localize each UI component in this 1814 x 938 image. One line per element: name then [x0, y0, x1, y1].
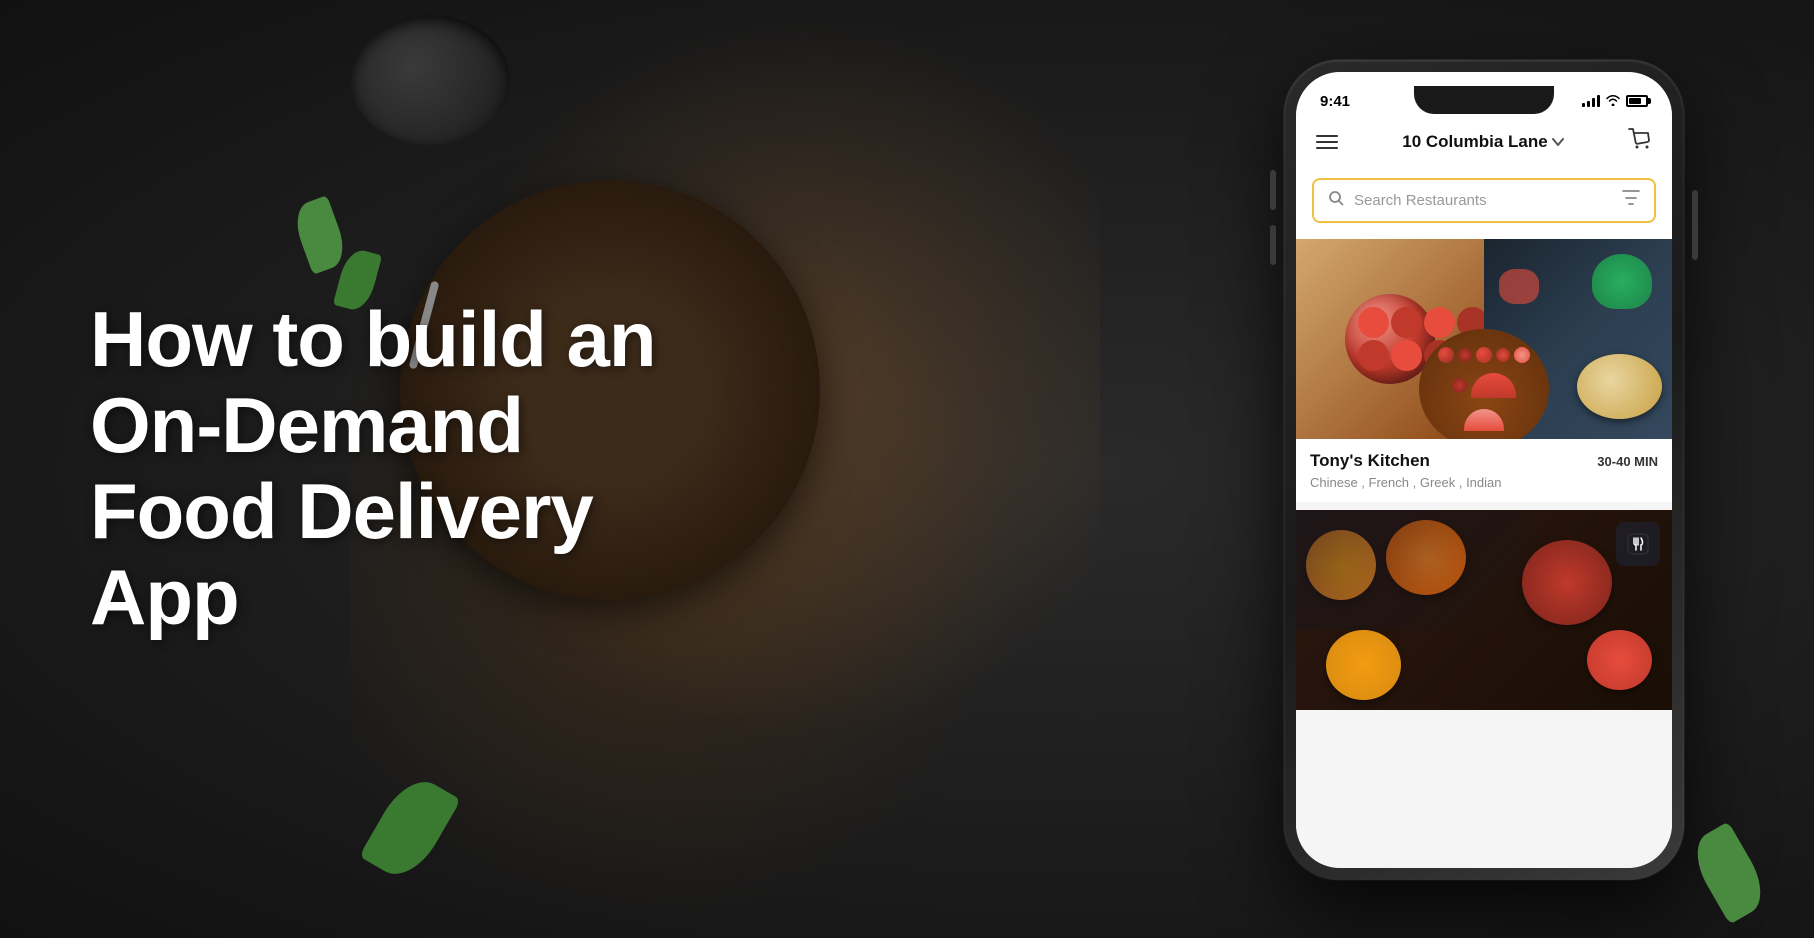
restaurant-image-2: [1296, 510, 1672, 710]
battery-icon: [1626, 95, 1648, 107]
restaurant-name-row: Tony's Kitchen 30-40 MIN: [1310, 451, 1658, 471]
search-icon: [1328, 190, 1344, 211]
restaurant-info-tonys: Tony's Kitchen 30-40 MIN Chinese , Frenc…: [1296, 439, 1672, 502]
phone-notch: [1414, 86, 1554, 114]
restaurant-badge-icon: [1616, 522, 1660, 566]
restaurants-list: Tony's Kitchen 30-40 MIN Chinese , Frenc…: [1296, 239, 1672, 868]
restaurant-card-2[interactable]: [1296, 510, 1672, 710]
search-section: Search Restaurants: [1296, 170, 1672, 239]
status-time: 9:41: [1320, 93, 1350, 110]
hamburger-menu-button[interactable]: [1316, 135, 1338, 149]
location-text: 10 Columbia Lane: [1402, 132, 1547, 152]
volume-down-button: [1270, 225, 1276, 265]
delivery-time: 30-40 MIN: [1597, 454, 1658, 469]
status-icons: [1582, 94, 1648, 109]
cart-button[interactable]: [1628, 128, 1652, 156]
headline-line4: App: [90, 553, 239, 641]
restaurant-name: Tony's Kitchen: [1310, 451, 1430, 471]
phone-mockup: 9:41: [1284, 60, 1684, 880]
location-display[interactable]: 10 Columbia Lane: [1402, 132, 1563, 152]
left-section: How to build an On-Demand Food Delivery …: [90, 0, 770, 938]
search-placeholder: Search Restaurants: [1354, 192, 1622, 209]
headline-line1: How to build an: [90, 295, 656, 383]
volume-up-button: [1270, 170, 1276, 210]
filter-icon[interactable]: [1622, 190, 1640, 211]
phone-outer-frame: 9:41: [1284, 60, 1684, 880]
headline-line3: Food Delivery: [90, 467, 593, 555]
headline-line2: On-Demand: [90, 381, 523, 469]
signal-icon: [1582, 95, 1600, 107]
wifi-icon: [1605, 94, 1621, 109]
search-bar[interactable]: Search Restaurants: [1312, 178, 1656, 223]
restaurant-image-tonys: [1296, 239, 1672, 439]
main-headline: How to build an On-Demand Food Delivery …: [90, 297, 656, 640]
app-header: 10 Columbia Lane: [1296, 120, 1672, 170]
cuisine-tags: Chinese , French , Greek , Indian: [1310, 475, 1658, 490]
location-chevron-icon: [1552, 135, 1564, 149]
power-button: [1692, 190, 1698, 260]
restaurant-card[interactable]: Tony's Kitchen 30-40 MIN Chinese , Frenc…: [1296, 239, 1672, 502]
phone-screen: 9:41: [1296, 72, 1672, 868]
